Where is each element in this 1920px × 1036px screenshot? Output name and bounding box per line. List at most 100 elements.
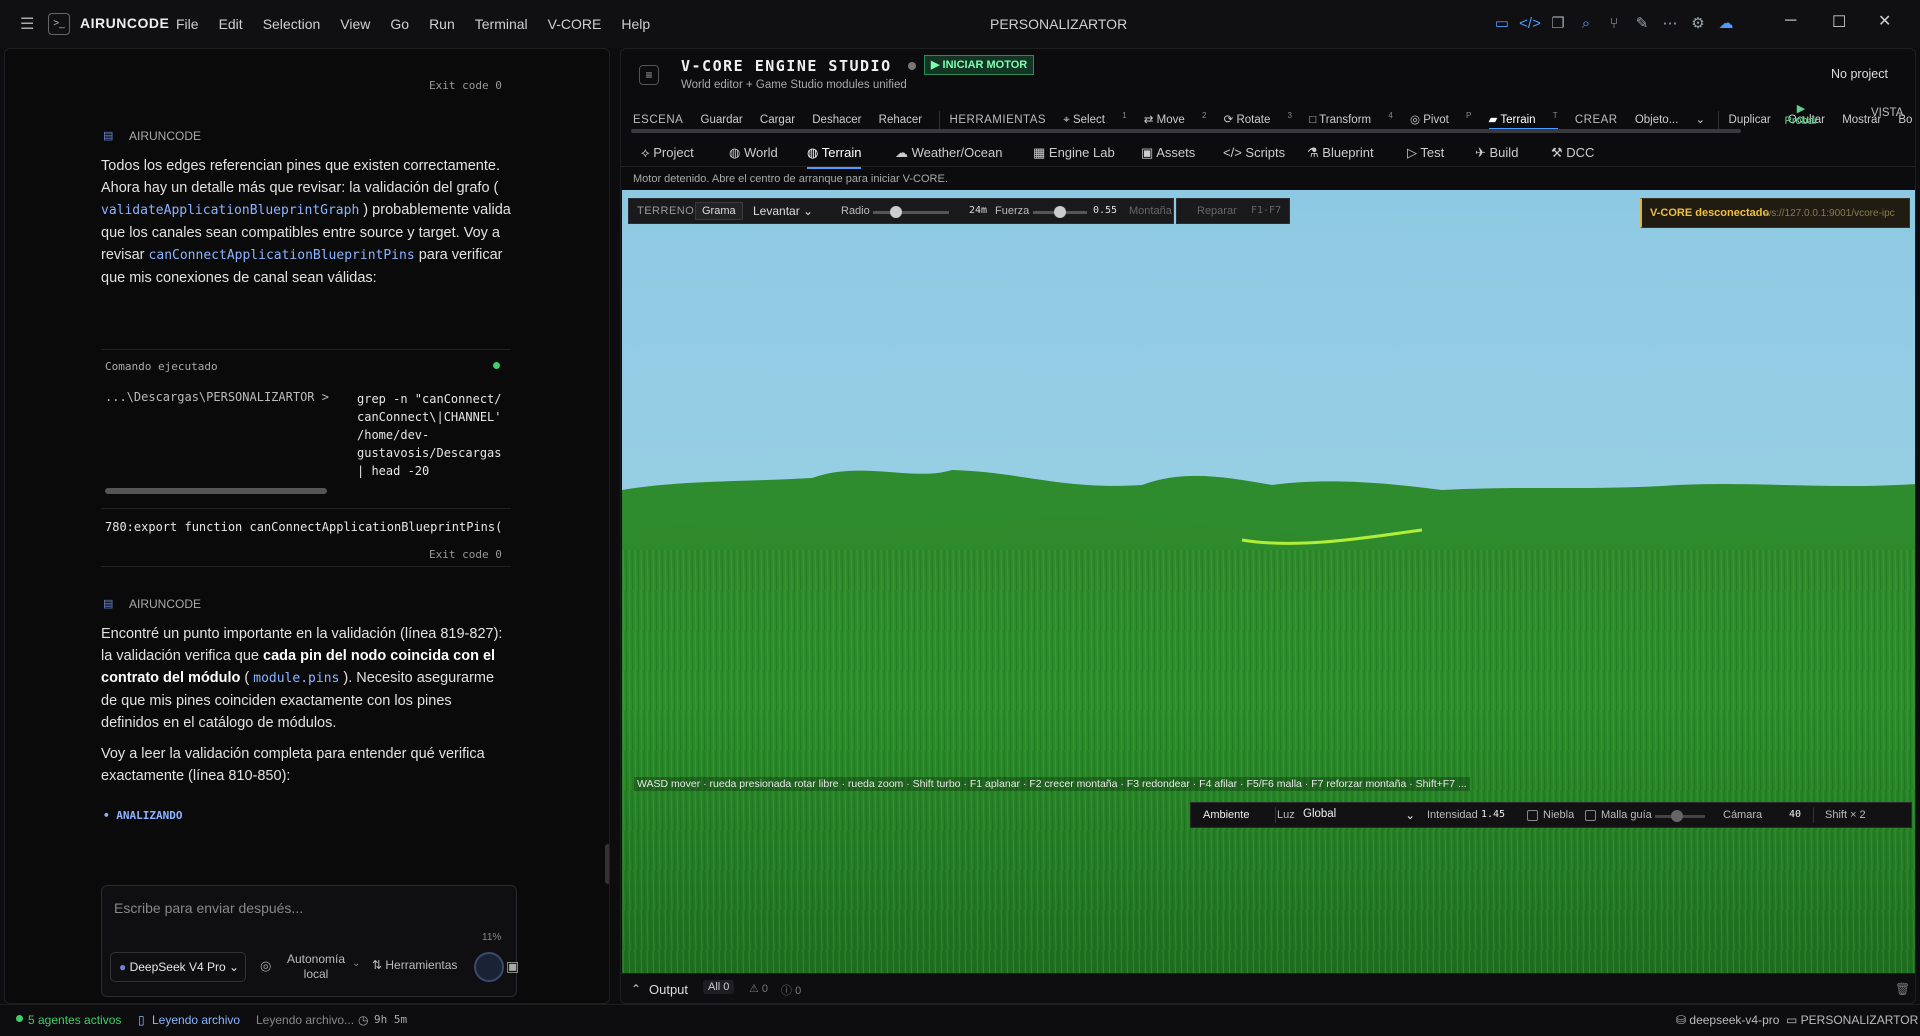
chat-input[interactable]: Escribe para enviar después...	[114, 900, 303, 916]
gear-icon[interactable]: ⚙	[1684, 14, 1712, 32]
light-select[interactable]: Global ⌄	[1303, 808, 1415, 822]
menu-edit[interactable]: Edit	[219, 16, 243, 32]
horizontal-scrollbar[interactable]	[105, 488, 327, 494]
tab-weather-ocean[interactable]: ☁ Weather/Ocean	[895, 145, 1002, 161]
strength-value: 0.55	[1093, 205, 1118, 216]
model-indicator[interactable]: ⛁ deepseek-v4-pro	[1676, 1013, 1779, 1027]
terrain-viewport[interactable]: TERRENO Grama Levantar ⌄ Radio 24m Fuerz…	[622, 190, 1915, 973]
grass-brush-button[interactable]: Grama	[695, 202, 743, 220]
move-tool[interactable]: ⇄ Move 2	[1144, 111, 1207, 126]
close-icon[interactable]: ✕	[1878, 11, 1891, 31]
menu-file[interactable]: File	[176, 16, 199, 32]
status-label: ANALIZANDO	[116, 809, 183, 822]
terrain-tool[interactable]: ▰ Terrain T	[1488, 111, 1558, 129]
toolbar-scrollbar[interactable]	[631, 129, 1741, 133]
fog-checkbox[interactable]	[1527, 810, 1538, 821]
branch-icon[interactable]: ⑂	[1600, 15, 1628, 32]
code-icon[interactable]: </>	[1516, 15, 1544, 32]
strength-label: Fuerza	[995, 205, 1030, 217]
menu-go[interactable]: Go	[390, 16, 409, 32]
filter-errors[interactable]: ⓘ 0	[781, 982, 801, 998]
tools-label: HERRAMIENTAS	[949, 113, 1047, 126]
search-icon[interactable]: ⌕	[1572, 15, 1600, 32]
transform-tool[interactable]: □ Transform 4	[1309, 111, 1393, 126]
tab-blueprint[interactable]: ⚗ Blueprint	[1307, 145, 1374, 161]
redo-button[interactable]: Rehacer	[879, 114, 922, 126]
test-button[interactable]: ▶ Probar	[1771, 103, 1831, 127]
copy-icon[interactable]: ❐	[1544, 14, 1572, 32]
slider-handle[interactable]	[1054, 206, 1066, 218]
project-indicator[interactable]: ▭ PERSONALIZARTOR	[1786, 1013, 1918, 1027]
strength-slider[interactable]	[1033, 206, 1087, 218]
menu-selection[interactable]: Selection	[263, 16, 321, 32]
image-icon[interactable]: ▣	[506, 958, 519, 975]
undo-button[interactable]: Deshacer	[812, 114, 861, 126]
object-dropdown[interactable]: Objeto... ⌄	[1635, 114, 1705, 126]
menu-help[interactable]: Help	[621, 16, 650, 32]
maximize-icon[interactable]: ☐	[1832, 12, 1846, 32]
pivot-tool[interactable]: ◎ Pivot P	[1410, 111, 1471, 126]
slider-handle[interactable]	[1671, 810, 1683, 822]
brush-mode-select[interactable]: Levantar ⌄	[753, 204, 813, 218]
grid-slider[interactable]	[1655, 810, 1705, 822]
tools-label: Herramientas	[385, 958, 458, 972]
tab-test[interactable]: ▷ Test	[1407, 145, 1444, 161]
more-icon[interactable]: ⋯	[1656, 14, 1684, 32]
command-text: grep -n "canConnect/ canConnect\|CHANNEL…	[357, 390, 507, 480]
tools-button[interactable]: ⇅ Herramientas	[372, 958, 457, 972]
minimize-icon[interactable]: ─	[1785, 12, 1796, 30]
engine-logo-icon: ≡	[639, 65, 659, 85]
start-engine-button[interactable]: ▶ INICIAR MOTOR	[924, 55, 1035, 75]
duplicate-button[interactable]: Duplicar	[1729, 114, 1771, 126]
engine-subtitle: World editor + Game Studio modules unifi…	[681, 79, 907, 91]
cloud-icon[interactable]: ☁	[1712, 14, 1740, 32]
menu-run[interactable]: Run	[429, 16, 455, 32]
tool-label: Move	[1156, 113, 1185, 126]
ambient-button[interactable]: Ambiente	[1203, 809, 1249, 821]
grid-checkbox[interactable]	[1585, 810, 1596, 821]
tab-assets[interactable]: ▣ Assets	[1141, 145, 1195, 161]
select-tool[interactable]: ⌖ Select 1	[1063, 111, 1126, 126]
send-button[interactable]	[474, 952, 504, 982]
titlebar-actions: ▭ </> ❐ ⌕ ⑂ ✎ ⋯ ⚙ ☁	[1488, 14, 1740, 32]
hamburger-menu-icon[interactable]: ☰	[20, 14, 34, 34]
edit-icon[interactable]: ✎	[1628, 14, 1656, 32]
trash-icon[interactable]: 🗑	[1895, 982, 1910, 996]
slider-handle[interactable]	[889, 206, 902, 218]
model-selector[interactable]: ● DeepSeek V4 Pro ⌄	[110, 952, 246, 982]
inline-code: validateApplicationBlueprintGraph	[101, 203, 360, 218]
radius-slider[interactable]	[873, 206, 949, 218]
agents-status-dot	[16, 1015, 23, 1022]
autonomy-selector[interactable]: Autonomía local	[276, 952, 356, 982]
menu-terminal[interactable]: Terminal	[475, 16, 528, 32]
project-indicator[interactable]: No project	[1831, 67, 1888, 81]
output-label[interactable]: Output	[649, 982, 688, 997]
tab-project[interactable]: ⟡ Project	[641, 145, 694, 161]
rotate-tool[interactable]: ⟳ Rotate 3	[1224, 111, 1292, 126]
message-text: Todos los edges referencian pines que ex…	[101, 158, 500, 196]
command-header: Comando ejecutado	[105, 360, 218, 373]
load-button[interactable]: Cargar	[760, 114, 795, 126]
tab-label: Test	[1420, 145, 1445, 160]
tab-build[interactable]: ✈ Build	[1475, 145, 1518, 161]
engine-status-dot	[908, 62, 916, 70]
active-agents[interactable]: 5 agentes activos	[28, 1013, 121, 1027]
filter-warnings[interactable]: ⚠ 0	[749, 982, 768, 995]
vertical-scrollbar[interactable]	[605, 844, 609, 884]
chat-icon[interactable]: ▭	[1488, 14, 1516, 32]
command-path: ...\Descargas\PERSONALIZARTOR >	[105, 390, 329, 404]
light-label: Luz	[1277, 809, 1295, 821]
tab-world[interactable]: ◍ World	[729, 145, 778, 161]
filter-all[interactable]: All 0	[703, 980, 735, 994]
menu-vcore[interactable]: V-CORE	[548, 16, 602, 32]
menu-view[interactable]: View	[340, 16, 370, 32]
tab-engine-lab[interactable]: ▦ Engine Lab	[1033, 145, 1115, 161]
mountain-button[interactable]: Montaña	[1129, 205, 1172, 217]
save-button[interactable]: Guardar	[701, 114, 743, 126]
tab-dcc[interactable]: ⚒ DCC	[1551, 145, 1594, 161]
reading-status[interactable]: Leyendo archivo	[152, 1013, 240, 1027]
tab-terrain[interactable]: ◍ Terrain	[807, 145, 862, 169]
chevron-up-icon[interactable]: ⌃	[631, 982, 641, 996]
repair-button[interactable]: Reparar	[1197, 205, 1237, 217]
tab-scripts[interactable]: </> Scripts	[1223, 145, 1285, 160]
